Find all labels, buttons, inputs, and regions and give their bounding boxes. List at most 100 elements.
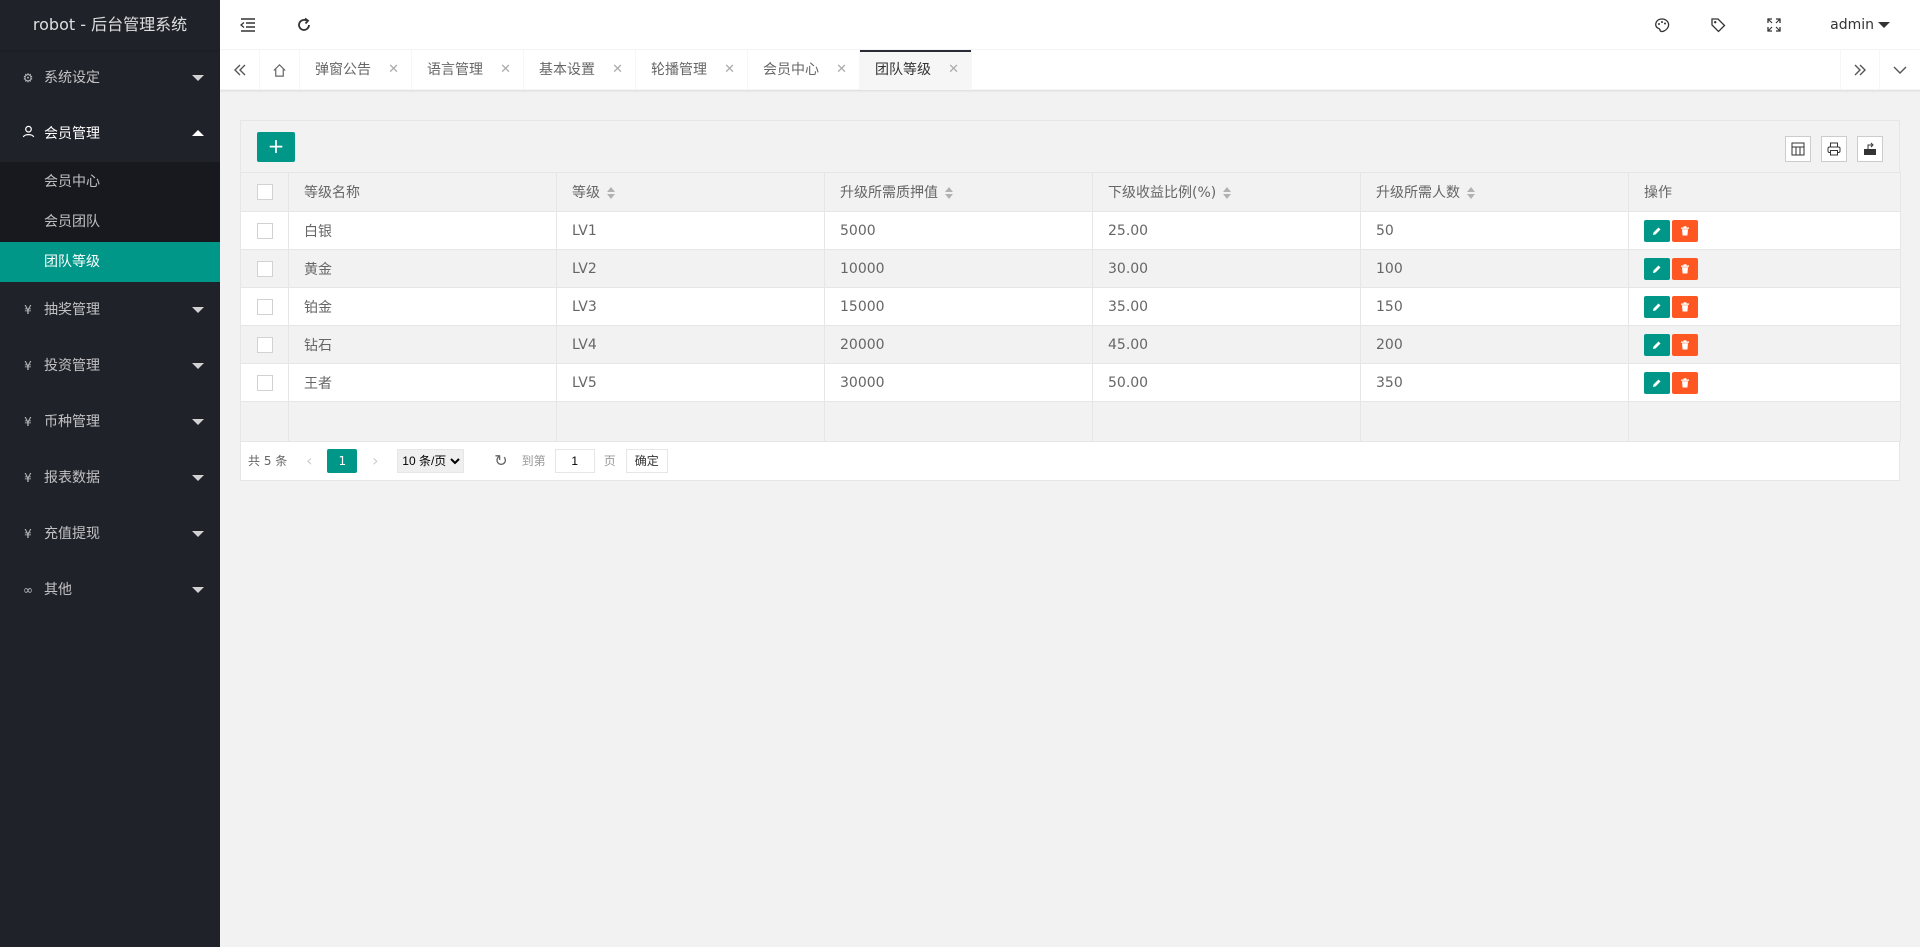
tag-button[interactable] bbox=[1690, 0, 1746, 50]
close-icon[interactable]: ✕ bbox=[948, 50, 959, 90]
sort-icon[interactable] bbox=[944, 187, 954, 199]
sidebar-item-label: 投资管理 bbox=[44, 358, 100, 374]
sidebar-subitem-team-level[interactable]: 团队等级 bbox=[0, 242, 220, 282]
close-icon[interactable]: ✕ bbox=[612, 50, 623, 90]
delete-button[interactable] bbox=[1672, 371, 1698, 394]
tabs-scroll-left-button[interactable] bbox=[220, 50, 260, 90]
fullscreen-button[interactable] bbox=[1746, 0, 1802, 50]
print-icon bbox=[1827, 142, 1841, 156]
edit-button[interactable] bbox=[1644, 257, 1670, 280]
select-all-checkbox[interactable] bbox=[256, 184, 273, 200]
tabs-scroll-right-button[interactable] bbox=[1840, 50, 1880, 90]
edit-button[interactable] bbox=[1644, 371, 1670, 394]
tab-carousel[interactable]: 轮播管理 ✕ bbox=[636, 50, 748, 90]
fullscreen-icon bbox=[1767, 18, 1781, 32]
sidebar-subitem-member-center[interactable]: 会员中心 bbox=[0, 162, 220, 202]
column-header: 等级名称 bbox=[288, 172, 557, 212]
row-checkbox-cell bbox=[240, 287, 289, 326]
sidebar-item-reports[interactable]: ¥ 报表数据 bbox=[0, 450, 220, 506]
row-checkbox[interactable] bbox=[256, 298, 273, 315]
columns-icon bbox=[1791, 142, 1805, 156]
row-checkbox[interactable] bbox=[256, 260, 273, 277]
total-count: 共 5 条 bbox=[248, 454, 288, 468]
row-checkbox[interactable] bbox=[256, 336, 273, 353]
chevron-down-icon bbox=[192, 363, 204, 369]
close-icon[interactable]: ✕ bbox=[500, 50, 511, 90]
next-page-icon[interactable]: › bbox=[363, 451, 387, 470]
prev-page-icon[interactable]: ‹ bbox=[297, 451, 321, 470]
trash-icon bbox=[1681, 225, 1689, 235]
table-row: 铂金 LV3 15000 35.00 150 bbox=[240, 287, 1901, 326]
cell-value: 200 bbox=[1376, 336, 1403, 353]
table-cell: 10000 bbox=[824, 249, 1093, 288]
sidebar-subitem-member-team[interactable]: 会员团队 bbox=[0, 202, 220, 242]
double-chevron-left-icon bbox=[233, 64, 245, 76]
sort-icon[interactable] bbox=[606, 187, 616, 199]
close-icon[interactable]: ✕ bbox=[388, 50, 399, 90]
edit-button[interactable] bbox=[1644, 295, 1670, 318]
close-icon[interactable]: ✕ bbox=[724, 50, 735, 90]
column-header[interactable]: 等级 bbox=[556, 172, 825, 212]
table-cell: 350 bbox=[1360, 363, 1629, 402]
tab-member-center[interactable]: 会员中心 ✕ bbox=[748, 50, 860, 90]
refresh-button[interactable] bbox=[276, 0, 332, 50]
goto-page-input[interactable] bbox=[554, 448, 595, 473]
sidebar-item-system[interactable]: ⚙ 系统设定 bbox=[0, 50, 220, 106]
column-header[interactable]: 升级所需质押值 bbox=[824, 172, 1093, 212]
yen-icon: ¥ bbox=[24, 359, 32, 373]
team-level-table: 等级名称 等级 升级所需质押值 下级收益比例(%) 升级所需人数 操作 白银 LV… bbox=[240, 172, 1901, 442]
table-row: 黄金 LV2 10000 30.00 100 bbox=[240, 249, 1901, 288]
page-size-select[interactable]: 10 条/页 bbox=[397, 448, 465, 473]
sidebar-item-other[interactable]: ∞ 其他 bbox=[0, 562, 220, 618]
trash-icon bbox=[1681, 339, 1689, 349]
refresh-icon[interactable]: ↻ bbox=[494, 451, 507, 470]
theme-button[interactable] bbox=[1634, 0, 1690, 50]
home-tab[interactable] bbox=[260, 50, 300, 90]
row-checkbox[interactable] bbox=[256, 374, 273, 391]
add-button[interactable]: + bbox=[257, 132, 295, 162]
sort-icon[interactable] bbox=[1222, 187, 1232, 199]
edit-button[interactable] bbox=[1644, 333, 1670, 356]
user-menu[interactable]: admin bbox=[1830, 0, 1890, 50]
column-header[interactable]: 下级收益比例(%) bbox=[1092, 172, 1361, 212]
table-cell: 钻石 bbox=[288, 325, 557, 364]
gear-icon: ⚙ bbox=[22, 71, 34, 85]
sidebar-item-members[interactable]: 会员管理 bbox=[0, 106, 220, 162]
delete-button[interactable] bbox=[1672, 219, 1698, 242]
edit-button[interactable] bbox=[1644, 219, 1670, 242]
close-icon[interactable]: ✕ bbox=[836, 50, 847, 90]
print-button[interactable] bbox=[1821, 136, 1847, 162]
sidebar-item-label: 会员管理 bbox=[44, 126, 100, 142]
table-cell: LV4 bbox=[556, 325, 825, 364]
header-checkbox-cell bbox=[240, 172, 289, 212]
delete-button[interactable] bbox=[1672, 257, 1698, 280]
yen-icon: ¥ bbox=[24, 527, 32, 541]
pencil-icon bbox=[1653, 303, 1661, 311]
delete-button[interactable] bbox=[1672, 295, 1698, 318]
table-row: 王者 LV5 30000 50.00 350 bbox=[240, 363, 1901, 402]
table-cell: 45.00 bbox=[1092, 325, 1361, 364]
tab-team-level[interactable]: 团队等级 ✕ bbox=[860, 50, 972, 90]
current-page-button[interactable]: 1 bbox=[327, 448, 358, 473]
cell-value: 钻石 bbox=[304, 337, 332, 354]
tabs-menu-button[interactable] bbox=[1880, 50, 1920, 90]
export-button[interactable] bbox=[1857, 136, 1883, 162]
column-filter-button[interactable] bbox=[1785, 136, 1811, 162]
delete-button[interactable] bbox=[1672, 333, 1698, 356]
menu-toggle-button[interactable] bbox=[220, 0, 276, 50]
tab-basic-settings[interactable]: 基本设置 ✕ bbox=[524, 50, 636, 90]
table-cell: 铂金 bbox=[288, 287, 557, 326]
sidebar-item-investment[interactable]: ¥ 投资管理 bbox=[0, 338, 220, 394]
sidebar-item-currency[interactable]: ¥ 币种管理 bbox=[0, 394, 220, 450]
actions-cell bbox=[1628, 325, 1901, 364]
sort-icon[interactable] bbox=[1466, 187, 1476, 199]
sidebar-item-lottery[interactable]: ¥ 抽奖管理 bbox=[0, 282, 220, 338]
tab-popup-notice[interactable]: 弹窗公告 ✕ bbox=[300, 50, 412, 90]
row-checkbox[interactable] bbox=[256, 222, 273, 239]
sidebar-item-recharge[interactable]: ¥ 充值提现 bbox=[0, 506, 220, 562]
yen-icon: ¥ bbox=[24, 415, 32, 429]
tab-language[interactable]: 语言管理 ✕ bbox=[412, 50, 524, 90]
column-header[interactable]: 升级所需人数 bbox=[1360, 172, 1629, 212]
column-header-label: 操作 bbox=[1644, 185, 1672, 201]
goto-confirm-button[interactable]: 确定 bbox=[625, 448, 668, 473]
